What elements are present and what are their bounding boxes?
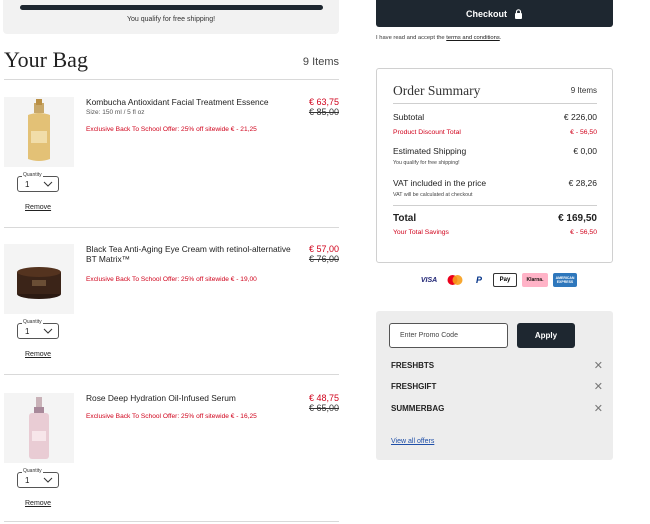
savings-value: € - 56,50	[570, 229, 597, 236]
subtotal-value: € 226,00	[563, 112, 597, 122]
quantity-value: 1	[25, 180, 30, 189]
discount-row: Product Discount Total € - 56,50	[393, 129, 597, 136]
quantity-select[interactable]: Quantity 1	[17, 172, 59, 192]
lock-icon	[515, 8, 522, 19]
shipping-row: Estimated Shipping € 0,00	[393, 146, 597, 156]
bag-item-count: 9 Items	[302, 56, 339, 68]
checkout-label: Checkout	[465, 8, 507, 19]
visa-icon: VISA	[420, 276, 438, 284]
shipping-note: You qualify for free shipping!	[393, 160, 460, 166]
product-offer: Exclusive Back To School Offer: 25% off …	[86, 126, 257, 133]
quantity-value: 1	[25, 476, 30, 485]
free-shipping-banner: You qualify for free shipping!	[3, 0, 339, 34]
close-icon[interactable]: ✕	[594, 402, 603, 415]
product-offer: Exclusive Back To School Offer: 25% off …	[86, 413, 257, 420]
product-size: Size: 150 ml / 5 fl oz	[86, 109, 145, 116]
quantity-label: Quantity	[22, 172, 43, 178]
total-row: Total € 169,50	[393, 213, 597, 224]
quantity-select[interactable]: Quantity 1	[17, 468, 59, 488]
chevron-down-icon	[43, 328, 53, 334]
sale-price: € 48,75	[308, 393, 339, 403]
sale-price: € 57,00	[308, 244, 339, 254]
cart-item: Quantity 1 Remove Rose Deep Hydration Oi…	[4, 393, 339, 524]
bag-title: Your Bag	[4, 47, 88, 72]
close-icon[interactable]: ✕	[594, 380, 603, 393]
product-name[interactable]: Black Tea Anti-Aging Eye Cream with reti…	[86, 244, 296, 264]
divider	[393, 103, 597, 104]
checkout-button[interactable]: Checkout	[376, 0, 613, 27]
quantity-value: 1	[25, 327, 30, 336]
product-offer: Exclusive Back To School Offer: 25% off …	[86, 276, 257, 283]
product-image-eye-cream[interactable]	[4, 244, 74, 314]
divider	[4, 227, 339, 228]
original-price: € 76,00	[308, 254, 339, 264]
promo-code-item: FRESHGIFT ✕	[391, 380, 603, 393]
quantity-label: Quantity	[22, 319, 43, 325]
promo-code-item: FRESHBTS ✕	[391, 359, 603, 372]
promo-code-input[interactable]: Enter Promo Code	[389, 323, 508, 348]
apply-button[interactable]: Apply	[517, 323, 575, 348]
payment-methods: VISA P Pay Klarna. AMERICAN EXPRESS	[418, 273, 577, 287]
summary-title: Order Summary	[393, 83, 481, 98]
apple-pay-icon: Pay	[493, 273, 517, 287]
klarna-icon: Klarna.	[522, 273, 548, 287]
original-price: € 85,00	[308, 107, 339, 117]
remove-button[interactable]: Remove	[25, 204, 51, 211]
mastercard-icon	[445, 273, 465, 287]
total-value: € 169,50	[558, 213, 597, 224]
promo-code-item: SUMMERBAG ✕	[391, 402, 603, 415]
divider	[4, 521, 339, 522]
free-shipping-message: You qualify for free shipping!	[126, 16, 216, 23]
savings-row: Your Total Savings € - 56,50	[393, 229, 597, 236]
product-image-serum[interactable]	[4, 393, 74, 463]
divider	[4, 79, 339, 80]
chevron-down-icon	[43, 181, 53, 187]
paypal-icon: P	[475, 275, 482, 285]
sale-price: € 63,75	[308, 97, 339, 107]
divider	[393, 205, 597, 206]
remove-button[interactable]: Remove	[25, 351, 51, 358]
vat-row: VAT included in the price € 28,26	[393, 178, 597, 188]
remove-button[interactable]: Remove	[25, 500, 51, 507]
vat-value: € 28,26	[568, 178, 597, 188]
shipping-progress-bar	[20, 5, 323, 10]
product-name[interactable]: Kombucha Antioxidant Facial Treatment Es…	[86, 97, 296, 107]
quantity-label: Quantity	[22, 468, 43, 474]
vat-note: VAT will be calculated at checkout	[393, 192, 473, 198]
quantity-select[interactable]: Quantity 1	[17, 319, 59, 339]
close-icon[interactable]: ✕	[594, 359, 603, 372]
order-summary: Order Summary 9 Items Subtotal € 226,00 …	[376, 68, 613, 263]
original-price: € 65,00	[308, 403, 339, 413]
divider	[4, 374, 339, 375]
promo-panel: Enter Promo Code Apply FRESHBTS ✕ FRESHG…	[376, 311, 613, 460]
cart-item: Quantity 1 Remove Black Tea Anti-Aging E…	[4, 244, 339, 384]
terms-link[interactable]: terms and conditions	[446, 35, 500, 41]
summary-item-count: 9 Items	[570, 86, 597, 95]
view-all-offers-link[interactable]: View all offers	[391, 438, 434, 445]
discount-value: € - 56,50	[570, 129, 597, 136]
shipping-value: € 0,00	[573, 146, 597, 156]
amex-icon: AMERICAN EXPRESS	[553, 273, 577, 287]
subtotal-row: Subtotal € 226,00	[393, 112, 597, 122]
terms-text: I have read and accept the terms and con…	[376, 35, 502, 41]
cart-item: Quantity 1 Remove Kombucha Antioxidant F…	[4, 97, 339, 237]
chevron-down-icon	[43, 477, 53, 483]
product-image-essence[interactable]	[4, 97, 74, 167]
product-name[interactable]: Rose Deep Hydration Oil-Infused Serum	[86, 393, 296, 403]
